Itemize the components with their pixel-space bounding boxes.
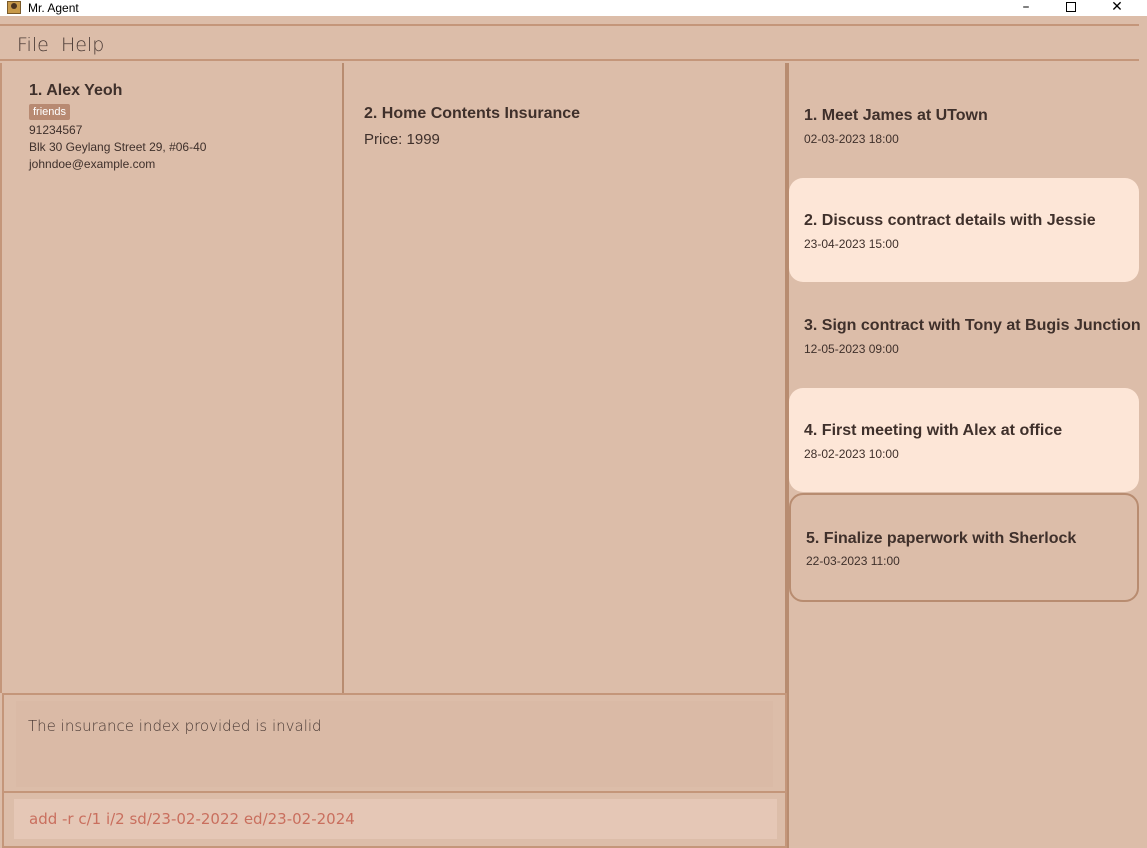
window-title: Mr. Agent <box>28 1 79 15</box>
client-address: Blk 30 Geylang Street 29, #06-40 <box>29 140 207 154</box>
client-tag: friends <box>29 104 71 120</box>
client-email: johndoe@example.com <box>29 157 156 171</box>
close-button[interactable]: ✕ <box>1097 0 1137 16</box>
event-list: 1. Meet James at UTown 02-03-2023 18:00 … <box>787 63 1141 848</box>
result-area[interactable]: The insurance index provided is invalid <box>16 701 773 787</box>
event-item[interactable]: 5. Finalize paperwork with Sherlock 22-0… <box>789 493 1139 602</box>
maximize-icon <box>1066 2 1076 12</box>
event-title: 1. Meet James at UTown <box>804 107 988 124</box>
event-item[interactable]: 1. Meet James at UTown 02-03-2023 18:00 <box>789 73 1139 177</box>
event-date: 12-05-2023 09:00 <box>804 342 899 356</box>
menu-file[interactable]: File <box>17 34 49 56</box>
menu-bar: File Help <box>0 24 1139 61</box>
client-phone: 91234567 <box>29 123 83 137</box>
insurance-price: Price: 1999 <box>364 131 440 148</box>
insurance-panel: 2. Home Contents Insurance Price: 1999 <box>344 63 787 693</box>
event-title: 3. Sign contract with Tony at Bugis Junc… <box>804 317 1141 334</box>
result-message: The insurance index provided is invalid <box>28 717 322 735</box>
client-name: 1. Alex Yeoh <box>29 82 123 99</box>
menu-help[interactable]: Help <box>61 34 104 56</box>
event-item[interactable]: 2. Discuss contract details with Jessie … <box>789 178 1139 282</box>
command-input[interactable] <box>14 799 777 839</box>
event-item[interactable]: 3. Sign contract with Tony at Bugis Junc… <box>789 283 1141 387</box>
command-box <box>2 793 787 848</box>
event-title: 2. Discuss contract details with Jessie <box>804 212 1096 229</box>
event-title: 5. Finalize paperwork with Sherlock <box>806 530 1077 547</box>
result-display: The insurance index provided is invalid <box>2 693 787 793</box>
client-panel: 1. Alex Yeoh friends 91234567 Blk 30 Gey… <box>0 63 344 693</box>
event-title: 4. First meeting with Alex at office <box>804 422 1063 439</box>
title-bar: Mr. Agent – ✕ <box>0 0 1147 16</box>
event-date: 28-02-2023 10:00 <box>804 447 899 461</box>
maximize-button[interactable] <box>1051 0 1091 16</box>
event-date: 02-03-2023 18:00 <box>804 132 899 146</box>
minimize-button[interactable]: – <box>1006 0 1046 16</box>
insurance-name: 2. Home Contents Insurance <box>364 105 581 122</box>
event-date: 23-04-2023 15:00 <box>804 237 899 251</box>
event-date: 22-03-2023 11:00 <box>806 554 900 568</box>
event-item[interactable]: 4. First meeting with Alex at office 28-… <box>789 388 1139 492</box>
app-icon <box>7 1 21 14</box>
